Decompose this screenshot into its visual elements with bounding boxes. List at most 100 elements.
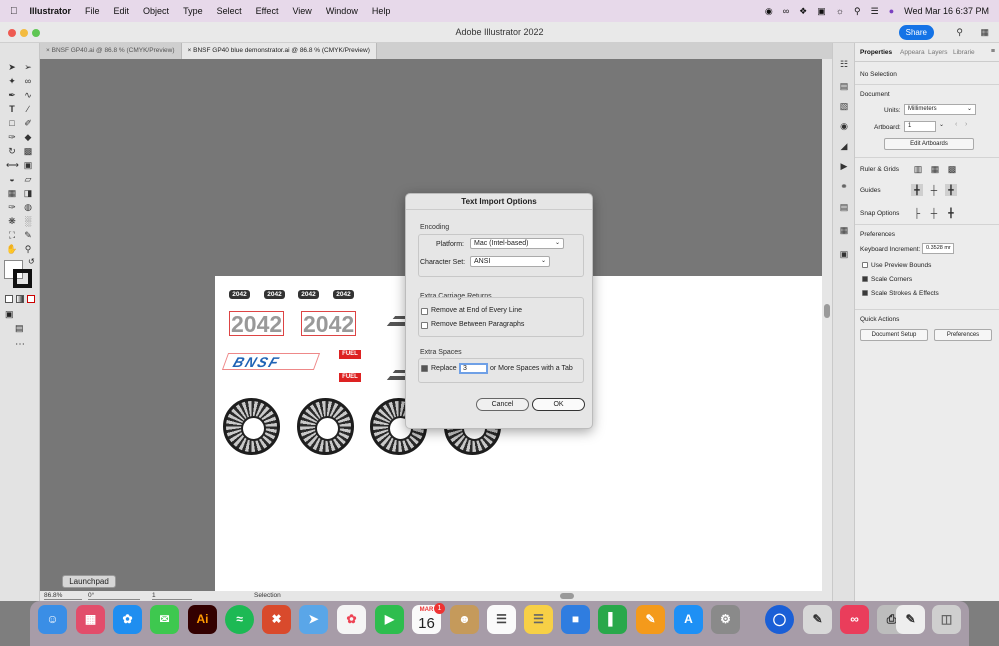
symbol-sprayer-tool-icon[interactable]: ❋ xyxy=(6,215,18,227)
onepassword-icon[interactable]: ◯ xyxy=(765,605,794,634)
smart-guides-icon[interactable]: ╋ xyxy=(945,184,957,196)
next-artboard-icon[interactable]: › xyxy=(965,121,967,128)
gradient-mode-icon[interactable] xyxy=(16,295,24,303)
tab-layers[interactable]: Layers xyxy=(928,49,948,56)
snap-to-pixel-icon[interactable]: ╋ xyxy=(945,207,957,219)
artboard-nav-field[interactable]: 1 xyxy=(152,592,192,600)
gradient-tool-icon[interactable]: ◨ xyxy=(22,187,34,199)
shape-builder-tool-icon[interactable]: ◒ xyxy=(6,173,18,185)
selection-tool-icon[interactable]: ➤ xyxy=(6,61,18,73)
number-plate-small[interactable]: 2042 xyxy=(229,290,250,299)
curvature-tool-icon[interactable]: ∿ xyxy=(22,89,34,101)
tab-appearance[interactable]: Appeara xyxy=(900,49,925,56)
draw-mode-icon[interactable]: ▣ xyxy=(5,309,14,320)
perspective-grid-tool-icon[interactable]: ▱ xyxy=(22,173,34,185)
direct-selection-tool-icon[interactable]: ➢ xyxy=(22,61,34,73)
tab-properties[interactable]: Properties xyxy=(860,49,892,56)
menu-select[interactable]: Select xyxy=(217,6,242,16)
system-preferences-icon[interactable]: ⚙ xyxy=(711,605,740,634)
ruler-icon[interactable]: ▥ xyxy=(912,163,924,175)
remove-between-paragraphs-checkbox[interactable] xyxy=(421,322,428,329)
workspace-switcher-icon[interactable]: ▦ xyxy=(980,22,989,43)
launchpad-icon[interactable]: ▦ xyxy=(76,605,105,634)
type-tool-icon[interactable]: T xyxy=(6,103,18,115)
creative-cloud-icon[interactable]: ∞ xyxy=(783,6,789,16)
cancel-button[interactable]: Cancel xyxy=(476,398,529,411)
wheel-graphic[interactable] xyxy=(223,398,280,455)
libraries-panel-icon[interactable]: ▧ xyxy=(838,100,850,112)
tab-document-1[interactable]: × BNSF GP40.ai @ 86.8 % (CMYK/Preview) xyxy=(40,43,182,59)
finder-icon[interactable]: ☺ xyxy=(38,605,67,634)
bbedit-icon[interactable]: ✎ xyxy=(803,605,832,634)
reminders-icon[interactable]: ☰ xyxy=(487,605,516,634)
bnsf-logo[interactable]: BNSF xyxy=(221,353,321,370)
color-panel-icon[interactable]: ◉ xyxy=(838,120,850,132)
blend-tool-icon[interactable]: ◍ xyxy=(22,201,34,213)
remote-desktop-icon[interactable]: ✖ xyxy=(262,605,291,634)
none-mode-icon[interactable] xyxy=(27,295,35,303)
safari-icon[interactable]: ✿ xyxy=(113,605,142,634)
remove-end-of-line-checkbox[interactable] xyxy=(421,308,428,315)
layers-panel-icon[interactable]: ▤ xyxy=(838,80,850,92)
stroke-color-swatch[interactable] xyxy=(13,269,32,288)
pixel-grid-icon[interactable]: ▩ xyxy=(946,163,958,175)
properties-panel-icon[interactable]: ☷ xyxy=(838,58,850,70)
actions-panel-icon[interactable]: ▶ xyxy=(838,160,850,172)
gradient-panel-icon[interactable]: ◢ xyxy=(838,140,850,152)
contacts-icon[interactable]: ☻ xyxy=(450,605,479,634)
control-center-icon[interactable]: ☰ xyxy=(871,6,879,17)
menu-object[interactable]: Object xyxy=(143,6,169,16)
zoom-tool-icon[interactable]: ⚲ xyxy=(22,243,34,255)
clock[interactable]: Wed Mar 16 6:37 PM xyxy=(904,6,989,16)
messages-icon[interactable]: ✉ xyxy=(150,605,179,634)
rotation-field[interactable]: 0° xyxy=(88,592,140,600)
camera-icon[interactable]: ▣ xyxy=(817,6,826,17)
menu-type[interactable]: Type xyxy=(183,6,203,16)
links-panel-icon[interactable]: ⚭ xyxy=(838,180,850,192)
tab-document-2[interactable]: × BNSF GP40 blue demonstrator.ai @ 86.8 … xyxy=(181,43,377,59)
lock-guides-icon[interactable]: ┼ xyxy=(928,184,940,196)
menu-view[interactable]: View xyxy=(292,6,311,16)
menu-help[interactable]: Help xyxy=(372,6,391,16)
search-icon[interactable]: ⚲ xyxy=(956,22,963,43)
photos-icon[interactable]: ✿ xyxy=(337,605,366,634)
vertical-scrollbar[interactable] xyxy=(822,59,832,591)
scale-corners-checkbox[interactable] xyxy=(862,276,868,282)
magic-wand-tool-icon[interactable]: ✦ xyxy=(6,75,18,87)
status-icon[interactable]: ◉ xyxy=(765,6,773,17)
minimize-window-icon[interactable] xyxy=(20,29,28,37)
swap-colors-icon[interactable]: ↺ xyxy=(28,257,35,266)
fuel-label[interactable]: FUEL xyxy=(339,350,361,359)
units-select[interactable]: Millimeters ⌄ xyxy=(904,104,976,115)
free-transform-tool-icon[interactable]: ▣ xyxy=(22,159,34,171)
graph-tool-icon[interactable]: ░ xyxy=(22,215,34,227)
wheel-graphic[interactable] xyxy=(297,398,354,455)
search-icon[interactable]: ⚲ xyxy=(854,6,861,17)
character-set-select[interactable]: ANSI ⌄ xyxy=(470,256,550,267)
zoom-window-icon[interactable] xyxy=(32,29,40,37)
keyboard-increment-field[interactable]: 0.3528 mr xyxy=(922,243,954,254)
artboard-tool-icon[interactable]: ⛶ xyxy=(6,229,18,241)
screen-mode-icon[interactable]: ▤ xyxy=(15,323,24,334)
artboard-select[interactable]: 1 xyxy=(904,121,936,132)
preferences-button[interactable]: Preferences xyxy=(934,329,992,341)
hand-tool-icon[interactable]: ✋ xyxy=(6,243,18,255)
trash-icon[interactable]: ◫ xyxy=(932,605,961,634)
script-editor-icon[interactable]: ✎ xyxy=(896,605,925,634)
scale-strokes-checkbox[interactable] xyxy=(862,290,868,296)
paintbrush-tool-icon[interactable]: ✐ xyxy=(22,117,34,129)
menu-effect[interactable]: Effect xyxy=(256,6,279,16)
facetime-icon[interactable]: ▶ xyxy=(375,605,404,634)
slice-tool-icon[interactable]: ✎ xyxy=(22,229,34,241)
replace-spaces-checkbox[interactable] xyxy=(421,365,428,372)
menu-window[interactable]: Window xyxy=(326,6,358,16)
show-guides-icon[interactable]: ╋ xyxy=(911,184,923,196)
maps-icon[interactable]: ➤ xyxy=(299,605,328,634)
shaper-tool-icon[interactable]: ✑ xyxy=(6,131,18,143)
tab-libraries[interactable]: Librarie xyxy=(953,49,975,56)
scale-tool-icon[interactable]: ▩ xyxy=(22,145,34,157)
close-window-icon[interactable] xyxy=(8,29,16,37)
fuel-label[interactable]: FUEL xyxy=(339,373,361,382)
menu-edit[interactable]: Edit xyxy=(114,6,130,16)
vertical-scroll-thumb[interactable] xyxy=(824,304,830,318)
